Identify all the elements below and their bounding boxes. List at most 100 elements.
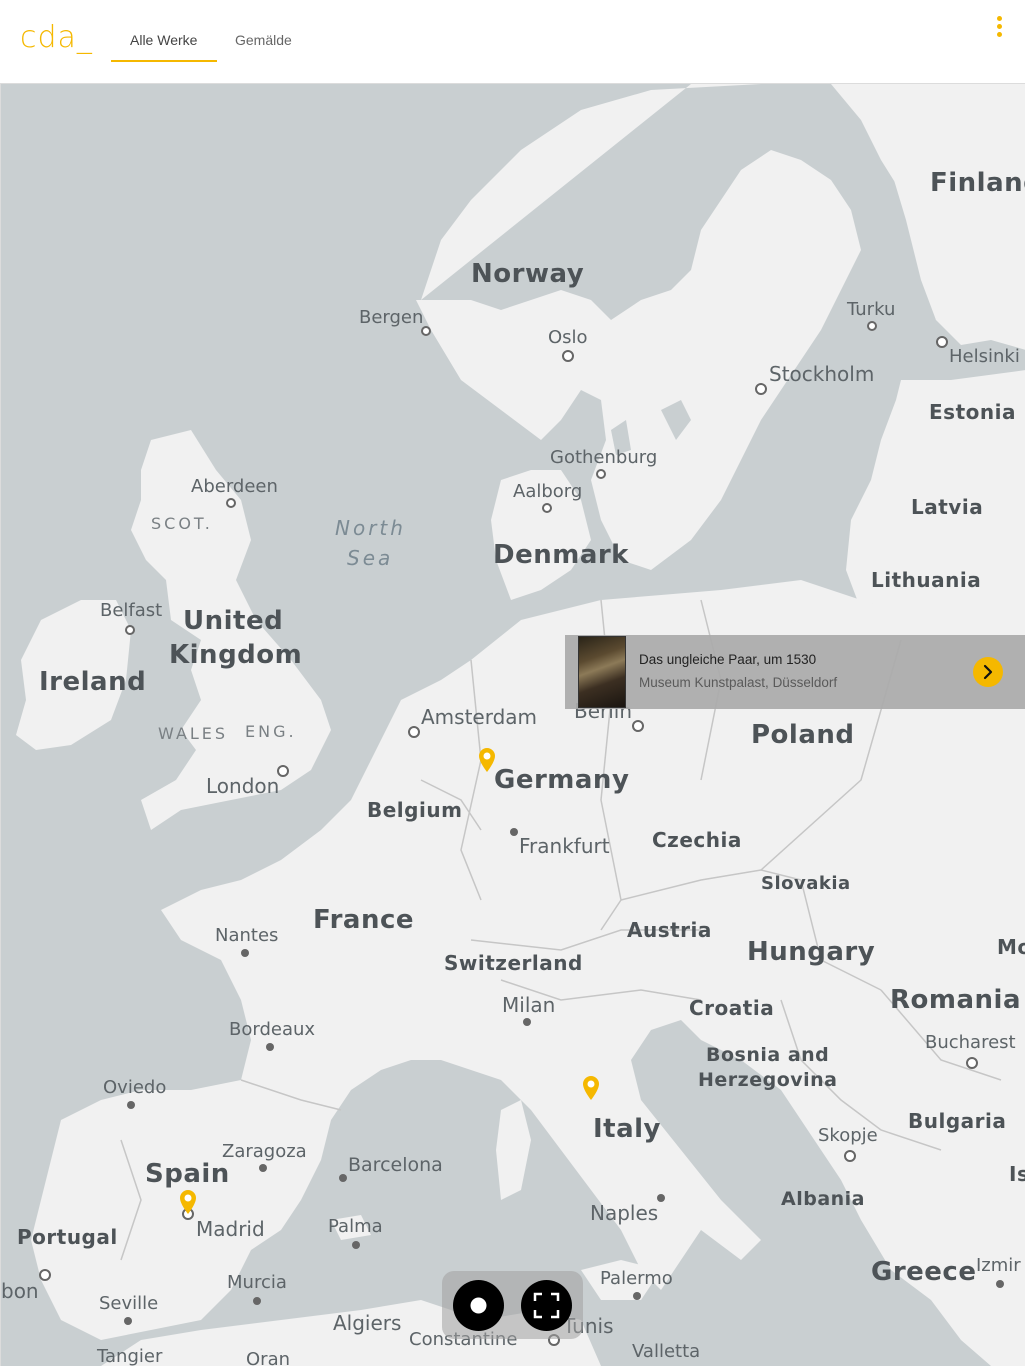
label-romania: Romania bbox=[890, 985, 1021, 1015]
label-gothenburg: Gothenburg bbox=[550, 447, 658, 468]
artwork-thumbnail[interactable] bbox=[578, 636, 626, 708]
app-header: cda_ Alle Werke Gemälde bbox=[0, 0, 1025, 84]
label-murcia: Murcia bbox=[227, 1272, 287, 1293]
label-barcelona: Barcelona bbox=[348, 1154, 443, 1176]
label-spain: Spain bbox=[145, 1159, 230, 1189]
marker-oviedo bbox=[127, 1101, 135, 1109]
label-croatia: Croatia bbox=[689, 996, 775, 1020]
marker-aberdeen bbox=[226, 498, 236, 508]
label-hungary: Hungary bbox=[747, 937, 876, 967]
label-seville: Seville bbox=[99, 1293, 159, 1314]
marker-berlin bbox=[632, 720, 644, 732]
label-milan: Milan bbox=[502, 993, 556, 1017]
label-herzegovina: Herzegovina bbox=[698, 1069, 838, 1091]
label-oslo: Oslo bbox=[548, 327, 588, 348]
label-wales: WALES bbox=[158, 724, 229, 743]
label-london: London bbox=[206, 774, 280, 798]
marker-milan bbox=[523, 1018, 531, 1026]
label-scot: SCOT. bbox=[151, 514, 213, 533]
label-valletta: Valletta bbox=[632, 1341, 701, 1362]
label-aberdeen: Aberdeen bbox=[191, 476, 278, 497]
artwork-pin-madrid[interactable] bbox=[178, 1189, 198, 1215]
label-poland: Poland bbox=[751, 720, 855, 750]
marker-bucharest bbox=[966, 1057, 978, 1069]
label-zaragoza: Zaragoza bbox=[222, 1141, 307, 1162]
label-algiers: Algiers bbox=[333, 1311, 402, 1335]
chevron-right-icon[interactable] bbox=[973, 657, 1003, 687]
label-oviedo: Oviedo bbox=[103, 1077, 167, 1098]
marker-naples bbox=[657, 1194, 665, 1202]
artwork-location: Museum Kunstpalast, Düsseldorf bbox=[639, 675, 838, 690]
marker-frankfurt bbox=[510, 828, 518, 836]
label-aalborg: Aalborg bbox=[513, 481, 583, 502]
tab-gemaelde[interactable]: Gemälde bbox=[235, 32, 292, 48]
marker-lisbon bbox=[39, 1269, 51, 1281]
label-izmir: Izmir bbox=[976, 1255, 1021, 1276]
label-ireland: Ireland bbox=[39, 667, 147, 697]
label-madrid: Madrid bbox=[196, 1217, 265, 1241]
label-bulgaria: Bulgaria bbox=[908, 1109, 1007, 1133]
label-lithuania: Lithuania bbox=[871, 568, 982, 592]
label-amsterdam: Amsterdam bbox=[421, 705, 538, 729]
label-is: Is bbox=[1009, 1162, 1025, 1186]
marker-izmir bbox=[996, 1280, 1004, 1288]
marker-palma bbox=[352, 1241, 360, 1249]
marker-nantes bbox=[241, 949, 249, 957]
marker-zaragoza bbox=[259, 1164, 267, 1172]
label-estonia: Estonia bbox=[929, 400, 1016, 424]
label-tangier: Tangier bbox=[97, 1346, 163, 1366]
label-czechia: Czechia bbox=[652, 828, 742, 852]
label-austria: Austria bbox=[627, 918, 712, 942]
marker-oslo bbox=[562, 350, 574, 362]
label-switzerland: Switzerland bbox=[444, 951, 583, 975]
marker-bergen bbox=[421, 326, 431, 336]
label-albania: Albania bbox=[781, 1188, 865, 1210]
label-bosnia: Bosnia and bbox=[706, 1044, 830, 1066]
app-logo[interactable]: cda_ bbox=[20, 20, 93, 55]
artwork-pin-duesseldorf[interactable] bbox=[477, 747, 497, 773]
label-north: North bbox=[335, 516, 406, 540]
label-denmark: Denmark bbox=[493, 540, 629, 570]
label-oran: Oran bbox=[246, 1349, 291, 1366]
label-lisbon: bon bbox=[1, 1279, 39, 1303]
label-greece: Greece bbox=[871, 1257, 977, 1287]
label-bergen: Bergen bbox=[359, 307, 424, 328]
marker-barcelona bbox=[339, 1174, 347, 1182]
fullscreen-icon[interactable] bbox=[521, 1280, 572, 1331]
marker-seville bbox=[124, 1317, 132, 1325]
label-belfast: Belfast bbox=[100, 600, 163, 621]
marker-skopje bbox=[844, 1150, 856, 1162]
active-tab-indicator bbox=[111, 60, 217, 62]
label-nantes: Nantes bbox=[215, 925, 279, 946]
more-vertical-icon[interactable] bbox=[992, 16, 1006, 42]
label-italy: Italy bbox=[593, 1114, 662, 1144]
marker-bordeaux bbox=[266, 1043, 274, 1051]
artwork-popup[interactable]: Das ungleiche Paar, um 1530 Museum Kunst… bbox=[565, 635, 1025, 709]
label-france: France bbox=[313, 905, 415, 935]
artwork-pin-italy[interactable] bbox=[581, 1075, 601, 1101]
map-view[interactable]: Finland Norway Estonia Latvia Lithuania … bbox=[0, 84, 1025, 1366]
marker-palermo bbox=[633, 1292, 641, 1300]
map-controls bbox=[442, 1271, 583, 1339]
label-palma: Palma bbox=[328, 1216, 383, 1237]
label-helsinki: Helsinki bbox=[949, 346, 1020, 367]
marker-london bbox=[277, 765, 289, 777]
marker-turku bbox=[867, 321, 877, 331]
marker-amsterdam bbox=[408, 726, 420, 738]
label-bordeaux: Bordeaux bbox=[229, 1019, 316, 1040]
label-turku: Turku bbox=[847, 299, 896, 320]
label-germany: Germany bbox=[494, 765, 630, 795]
marker-aalborg bbox=[542, 503, 552, 513]
label-norway: Norway bbox=[471, 259, 585, 289]
marker-stockholm bbox=[755, 383, 767, 395]
label-sea: Sea bbox=[347, 546, 394, 570]
label-eng: ENG. bbox=[245, 722, 297, 741]
label-kingdom: Kingdom bbox=[169, 640, 303, 670]
label-united: United bbox=[183, 606, 284, 636]
label-naples: Naples bbox=[590, 1201, 659, 1225]
label-mo: Mo bbox=[997, 935, 1025, 959]
record-dot-icon[interactable] bbox=[453, 1280, 504, 1331]
label-palermo: Palermo bbox=[600, 1268, 673, 1289]
artwork-title: Das ungleiche Paar, um 1530 bbox=[639, 652, 817, 667]
tab-alle-werke[interactable]: Alle Werke bbox=[130, 32, 197, 48]
